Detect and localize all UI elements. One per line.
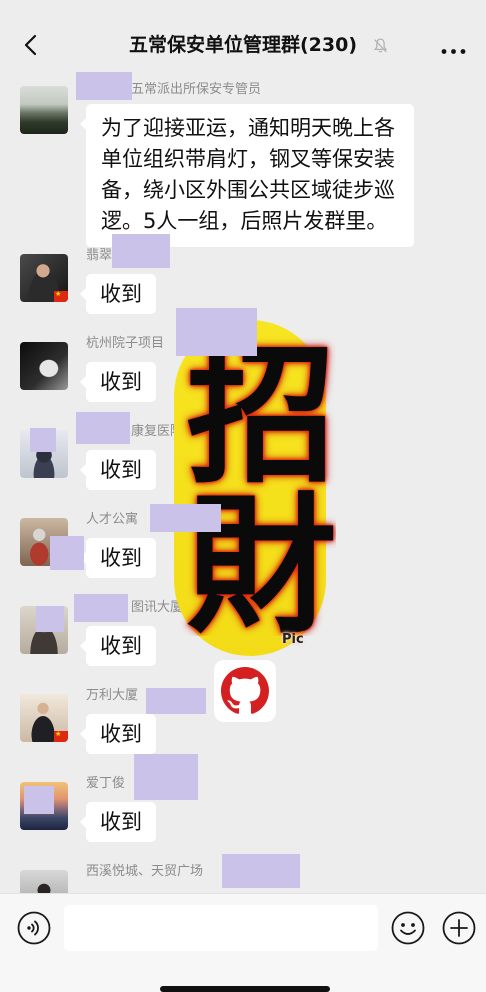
redaction-box	[76, 72, 132, 100]
redaction-box	[222, 854, 300, 888]
sender-name: 杭州院子项目	[86, 336, 165, 351]
avatar[interactable]	[20, 254, 68, 302]
more-dots-icon[interactable]	[440, 41, 467, 54]
message-bubble[interactable]: 收到	[80, 274, 156, 314]
voice-icon[interactable]	[17, 911, 51, 945]
redaction-box	[30, 428, 56, 452]
redaction-box	[134, 754, 198, 800]
avatar[interactable]	[20, 694, 68, 742]
avatar[interactable]	[20, 342, 68, 390]
redaction-box	[24, 786, 54, 814]
plus-icon[interactable]	[442, 911, 476, 945]
watermark-caption: Pic	[282, 632, 304, 647]
message-bubble[interactable]: 收到	[80, 538, 156, 578]
china-flag-icon	[54, 290, 68, 302]
sender-name: 万利大厦	[86, 688, 139, 703]
chat-title: 五常保安单位管理群(230)	[128, 34, 358, 56]
sender-name: 五常派出所保安专管员	[131, 82, 262, 97]
sender-name: 西溪悦城、天贸广场	[86, 864, 204, 879]
message-bubble[interactable]: 为了迎接亚运，通知明天晚上各单位组织带肩灯，钢叉等保安装备，绕小区外围公共区域徒…	[80, 104, 414, 247]
avatar[interactable]	[20, 86, 68, 134]
redaction-box	[50, 536, 84, 570]
watermark-text: 招財	[161, 336, 335, 636]
sender-name: 人才公寓	[86, 512, 139, 527]
message-input[interactable]	[64, 905, 378, 951]
message-row: 爱丁俊 收到	[0, 776, 486, 842]
china-flag-icon	[54, 730, 68, 742]
message-row: 五常派出所保安专管员 为了迎接亚运，通知明天晚上各单位组织带肩灯，钢叉等保安装备…	[0, 82, 486, 247]
redaction-box	[76, 412, 130, 444]
sender-name: 翡翠	[86, 248, 113, 263]
github-icon	[214, 660, 276, 722]
redaction-box	[74, 594, 128, 622]
redaction-box	[36, 606, 64, 632]
redaction-box	[150, 504, 221, 532]
message-bubble[interactable]: 收到	[80, 802, 156, 842]
input-bar	[0, 893, 486, 992]
emoji-icon[interactable]	[391, 911, 425, 945]
home-indicator	[160, 986, 330, 992]
message-bubble[interactable]: 收到	[80, 714, 156, 754]
bell-off-icon	[372, 37, 389, 54]
sender-name: 爱丁俊	[86, 776, 126, 791]
message-bubble[interactable]: 收到	[80, 450, 156, 490]
redaction-box	[176, 308, 257, 356]
redaction-box	[112, 234, 170, 268]
chat-header: 五常保安单位管理群(230)	[0, 0, 486, 72]
message-row: 翡翠 收到	[0, 248, 486, 314]
redaction-box	[146, 688, 206, 714]
message-bubble[interactable]: 收到	[80, 626, 156, 666]
message-bubble[interactable]: 收到	[80, 362, 156, 402]
